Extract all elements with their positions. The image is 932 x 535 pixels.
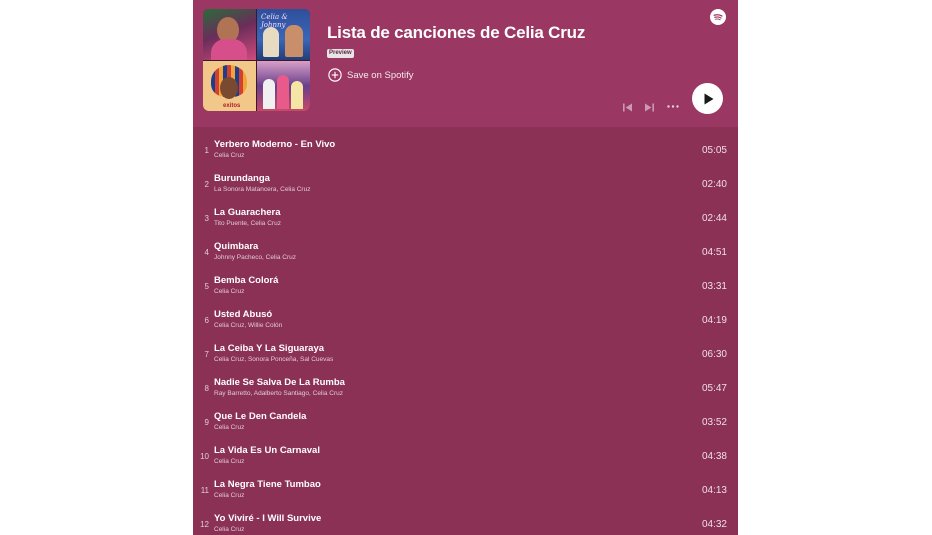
track-artist: La Sonora Matancera, Celia Cruz bbox=[214, 186, 311, 193]
track-title: La Guarachera bbox=[214, 207, 281, 218]
preview-badge: Preview bbox=[327, 49, 354, 58]
track-duration: 05:47 bbox=[701, 383, 727, 394]
playlist-cover-art[interactable]: Celia & Johnny exitos bbox=[203, 9, 310, 111]
spotify-icon bbox=[713, 14, 723, 21]
save-on-spotify-button[interactable]: Save on Spotify bbox=[328, 68, 414, 82]
track-artist: Ray Barretto, Adalberto Santiago, Celia … bbox=[214, 390, 343, 397]
track-row[interactable]: 3 La Guarachera Tito Puente, Celia Cruz 02:… bbox=[193, 195, 738, 229]
track-number: 11 bbox=[200, 486, 209, 495]
track-artist: Celia Cruz bbox=[214, 492, 245, 499]
add-circle-icon bbox=[328, 68, 342, 82]
track-title: Usted Abusó bbox=[214, 309, 273, 320]
track-duration: 04:19 bbox=[701, 315, 727, 326]
cover-tile-2: Celia & Johnny bbox=[257, 9, 310, 60]
track-artist: Celia Cruz bbox=[214, 458, 245, 465]
track-duration: 02:40 bbox=[701, 179, 727, 190]
track-artist: Celia Cruz bbox=[214, 152, 245, 159]
spotify-embed-player: Celia & Johnny exitos Lista de canciones… bbox=[193, 0, 738, 535]
track-artist: Celia Cruz bbox=[214, 288, 245, 295]
track-artist: Celia Cruz, Sonora Ponceña, Sal Cuevas bbox=[214, 356, 334, 363]
save-on-spotify-label: Save on Spotify bbox=[347, 69, 414, 81]
track-number: 10 bbox=[200, 452, 209, 461]
track-title: Quimbara bbox=[214, 241, 259, 252]
track-row[interactable]: 6 Usted Abusó Celia Cruz, Willie Colón 04:1… bbox=[193, 297, 738, 331]
track-duration: 04:32 bbox=[701, 519, 727, 530]
track-title: Yo Viviré - I Will Survive bbox=[214, 513, 322, 524]
track-artist: Celia Cruz, Willie Colón bbox=[214, 322, 283, 329]
next-track-button[interactable] bbox=[644, 100, 655, 118]
track-number: 2 bbox=[204, 180, 209, 189]
track-artist: Celia Cruz bbox=[214, 526, 245, 533]
track-number: 6 bbox=[204, 316, 209, 325]
track-title: La Vida Es Un Carnaval bbox=[214, 445, 320, 456]
skip-previous-icon bbox=[623, 103, 632, 112]
play-icon bbox=[704, 93, 713, 104]
track-number: 9 bbox=[204, 418, 209, 427]
track-duration: 04:13 bbox=[701, 485, 727, 496]
track-row[interactable]: 7 La Ceiba Y La Siguaraya Celia Cruz, Sono… bbox=[193, 331, 738, 365]
track-row[interactable]: 10 La Vida Es Un Carnaval Celia Cruz 04:38 bbox=[193, 433, 738, 467]
track-title: Bemba Colorá bbox=[214, 275, 279, 286]
track-row[interactable]: 4 Quimbara Johnny Pacheco, Celia Cruz 04:51 bbox=[193, 229, 738, 263]
track-row[interactable]: 11 La Negra Tiene Tumbao Celia Cruz 04:13 bbox=[193, 467, 738, 501]
track-title: Que Le Den Candela bbox=[214, 411, 307, 422]
more-icon bbox=[667, 105, 679, 108]
playlist-header: Celia & Johnny exitos Lista de canciones… bbox=[193, 0, 738, 127]
track-duration: 06:30 bbox=[701, 349, 727, 360]
track-title: Burundanga bbox=[214, 173, 270, 184]
play-button[interactable] bbox=[692, 83, 723, 114]
track-row[interactable]: 8 Nadie Se Salva De La Rumba Ray Barretto,… bbox=[193, 365, 738, 399]
track-duration: 04:38 bbox=[701, 451, 727, 462]
track-number: 1 bbox=[204, 146, 209, 155]
track-row[interactable]: 9 Que Le Den Candela Celia Cruz 03:52 bbox=[193, 399, 738, 433]
track-duration: 04:51 bbox=[701, 247, 727, 258]
skip-next-icon bbox=[645, 103, 654, 112]
cover-tile-3: exitos bbox=[203, 60, 256, 111]
track-number: 12 bbox=[200, 520, 209, 529]
spotify-logo-button[interactable] bbox=[710, 9, 726, 25]
track-number: 8 bbox=[204, 384, 209, 393]
track-row[interactable]: 2 Burundanga La Sonora Matancera, Celia Cr… bbox=[193, 161, 738, 195]
cover-tile-4 bbox=[257, 60, 310, 111]
track-number: 4 bbox=[204, 248, 209, 257]
track-number: 7 bbox=[204, 350, 209, 359]
playlist-title[interactable]: Lista de canciones de Celia Cruz bbox=[327, 23, 585, 43]
track-row[interactable]: 5 Bemba Colorá Celia Cruz 03:31 bbox=[193, 263, 738, 297]
more-options-button[interactable] bbox=[666, 99, 680, 117]
track-title: Yerbero Moderno - En Vivo bbox=[214, 139, 336, 150]
previous-track-button[interactable] bbox=[622, 100, 633, 118]
track-duration: 03:52 bbox=[701, 417, 727, 428]
track-duration: 05:05 bbox=[701, 145, 727, 156]
track-artist: Johnny Pacheco, Celia Cruz bbox=[214, 254, 297, 261]
track-number: 5 bbox=[204, 282, 209, 291]
track-title: Nadie Se Salva De La Rumba bbox=[214, 377, 345, 388]
track-row[interactable]: 12 Yo Viviré - I Will Survive Celia Cruz 04… bbox=[193, 501, 738, 535]
track-row[interactable]: 1 Yerbero Moderno - En Vivo Celia Cruz 05:0… bbox=[193, 127, 738, 161]
cover-tile-1 bbox=[203, 9, 256, 60]
cover-tile-3-text: exitos bbox=[223, 102, 241, 109]
track-duration: 02:44 bbox=[701, 213, 727, 224]
track-number: 3 bbox=[204, 214, 209, 223]
track-duration: 03:31 bbox=[701, 281, 727, 292]
track-artist: Tito Puente, Celia Cruz bbox=[214, 220, 281, 227]
track-title: La Ceiba Y La Siguaraya bbox=[214, 343, 325, 354]
track-title: La Negra Tiene Tumbao bbox=[214, 479, 321, 490]
track-artist: Celia Cruz bbox=[214, 424, 245, 431]
